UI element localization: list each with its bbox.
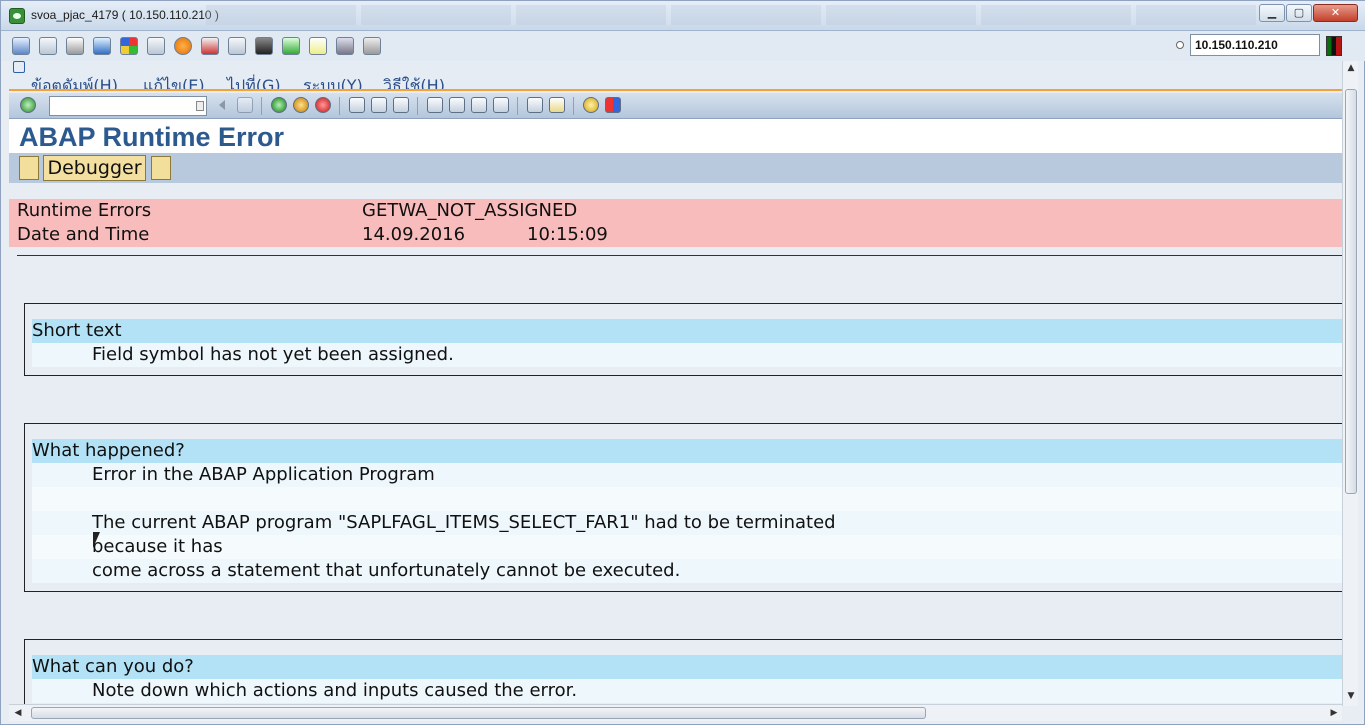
divider — [17, 255, 1342, 256]
find-next-icon[interactable] — [393, 97, 409, 113]
analysis-icon[interactable] — [151, 156, 171, 180]
first-page-icon[interactable] — [427, 97, 443, 113]
title-area: ABAP Runtime Error — [9, 119, 1342, 153]
previous-page-icon[interactable] — [449, 97, 465, 113]
host-field: 10.150.110.210 — [1190, 34, 1320, 56]
date-time-row: Date and Time 14.09.2016 10:15:09 — [9, 223, 1342, 247]
maximize-button[interactable]: ▢ — [1286, 4, 1312, 22]
horizontal-scrollbar[interactable]: ◀ ▶ — [9, 704, 1342, 721]
debugger-bar: Debugger — [9, 153, 1342, 183]
what-happened-line: Error in the ABAP Application Program — [32, 463, 1342, 487]
next-page-icon[interactable] — [471, 97, 487, 113]
host-radio-icon[interactable] — [1176, 41, 1184, 49]
title-bar: svoa_pjac_4179 ( 10.150.110.210 ) ▁ ▢ ✕ — [1, 1, 1365, 31]
debugger-button[interactable]: Debugger — [43, 155, 146, 181]
minimize-button[interactable]: ▁ — [1259, 4, 1285, 22]
layout-icon[interactable] — [605, 97, 621, 113]
what-can-you-do-line: Note down which actions and inputs cause… — [32, 679, 1342, 703]
display-icon[interactable] — [255, 37, 273, 55]
network-icon[interactable] — [201, 37, 219, 55]
page-title: ABAP Runtime Error — [19, 122, 285, 152]
fullscreen-icon[interactable] — [228, 37, 246, 55]
short-text-section: Short text Field symbol has not yet been… — [24, 303, 1342, 376]
runtime-errors-label: Runtime Errors — [17, 200, 152, 221]
print-icon[interactable] — [349, 97, 365, 113]
help-icon[interactable] — [583, 97, 599, 113]
scissors-icon[interactable] — [66, 37, 84, 55]
menu-item-edit[interactable]: แก้ไข(E) — [143, 74, 205, 89]
status-lamp-icon — [1326, 36, 1342, 56]
sap-gui-icon — [9, 8, 25, 24]
short-text-heading: Short text — [32, 319, 1342, 343]
mouse-cursor-icon — [93, 532, 100, 548]
menu-item-help[interactable]: วิธีใช้(H) — [383, 74, 445, 89]
menu-mark-icon[interactable] — [13, 61, 25, 73]
menu-bar: ข้อตดัมพ์(H) แก้ไข(E) ไปที่(G) ระบบ(Y) ว… — [9, 61, 1358, 91]
time-value: 10:15:09 — [527, 224, 608, 245]
what-happened-section: What happened? Error in the ABAP Applica… — [24, 423, 1342, 592]
what-can-you-do-heading: What can you do? — [32, 655, 1342, 679]
command-history-icon[interactable] — [196, 101, 204, 111]
background-taskbar — [206, 5, 1256, 25]
alert-icon[interactable] — [174, 37, 192, 55]
close-button[interactable]: ✕ — [1313, 4, 1358, 22]
transfer-icon[interactable] — [282, 37, 300, 55]
notepad-icon[interactable] — [309, 37, 327, 55]
enter-icon[interactable] — [20, 97, 36, 113]
runtime-errors-value: GETWA_NOT_ASSIGNED — [362, 200, 578, 221]
vertical-scrollbar[interactable]: ▲ ▼ — [1342, 61, 1358, 706]
keyboard-icon[interactable] — [147, 37, 165, 55]
what-happened-line: The current ABAP program "SAPLFAGL_ITEMS… — [32, 511, 1342, 535]
scroll-right-icon[interactable]: ▶ — [1329, 708, 1339, 718]
menu-item-list[interactable]: ข้อตดัมพ์(H) — [31, 74, 118, 89]
windows-flag-icon[interactable] — [120, 37, 138, 55]
short-text-line: Field symbol has not yet been assigned. — [32, 343, 1342, 367]
cancel-icon[interactable] — [315, 97, 331, 113]
date-time-label: Date and Time — [17, 224, 150, 245]
find-icon[interactable] — [371, 97, 387, 113]
what-happened-line: because it has — [32, 535, 1342, 559]
menu-item-system[interactable]: ระบบ(Y) — [303, 74, 363, 89]
scroll-left-icon[interactable]: ◀ — [13, 708, 23, 718]
runtime-errors-row: Runtime Errors GETWA_NOT_ASSIGNED — [9, 199, 1342, 223]
what-happened-heading: What happened? — [32, 439, 1342, 463]
application-toolbar — [9, 93, 1342, 119]
horizontal-scroll-thumb[interactable] — [31, 707, 926, 719]
create-session-icon[interactable] — [527, 97, 543, 113]
what-happened-line: come across a statement that unfortunate… — [32, 559, 1342, 583]
chat-icon[interactable] — [363, 37, 381, 55]
window-title: svoa_pjac_4179 ( 10.150.110.210 ) — [31, 8, 219, 22]
what-happened-line — [32, 487, 1342, 511]
sap-window: svoa_pjac_4179 ( 10.150.110.210 ) ▁ ▢ ✕ … — [0, 0, 1365, 725]
refresh-icon[interactable] — [93, 37, 111, 55]
what-can-you-do-section: What can you do? Note down which actions… — [24, 639, 1342, 704]
shortcut-icon[interactable] — [549, 97, 565, 113]
command-field[interactable] — [49, 96, 207, 116]
monitor-icon[interactable] — [12, 37, 30, 55]
windows-icon[interactable] — [39, 37, 57, 55]
scroll-up-icon[interactable]: ▲ — [1346, 63, 1356, 73]
vertical-scroll-thumb[interactable] — [1345, 89, 1357, 494]
last-page-icon[interactable] — [493, 97, 509, 113]
back-icon[interactable] — [271, 97, 287, 113]
menu-item-goto[interactable]: ไปที่(G) — [227, 74, 281, 89]
save-icon — [237, 97, 253, 113]
date-value: 14.09.2016 — [362, 224, 466, 245]
scroll-down-icon[interactable]: ▼ — [1346, 691, 1356, 701]
error-content: Runtime Errors GETWA_NOT_ASSIGNED Date a… — [9, 183, 1342, 704]
photo-icon[interactable] — [336, 37, 354, 55]
person-icon[interactable] — [19, 156, 39, 180]
back-arrow-icon — [217, 97, 227, 113]
exit-icon[interactable] — [293, 97, 309, 113]
system-toolbar — [1, 31, 1365, 61]
